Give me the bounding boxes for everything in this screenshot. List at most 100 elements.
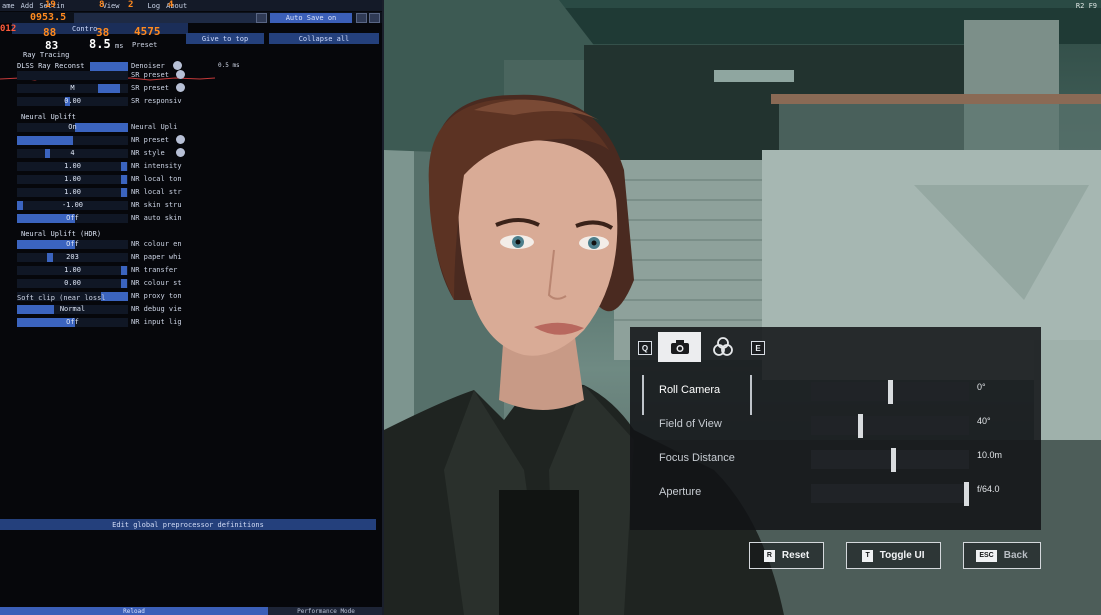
setting-value: 0.00 <box>64 97 81 105</box>
setting-name: Roll Camera <box>659 384 721 396</box>
tab-camera[interactable] <box>658 332 701 362</box>
help-icon[interactable] <box>176 83 185 92</box>
setting-value: 10.0m <box>977 450 1003 460</box>
setting-label: NR paper whi <box>131 253 182 261</box>
field-of-view-row[interactable]: Field of View 40° <box>642 409 1032 441</box>
setting-row[interactable]: M SR preset <box>0 83 382 94</box>
setting-value: 1.00 <box>64 266 81 274</box>
key-hint: T <box>862 549 873 562</box>
section-ray-tracing[interactable]: Ray Tracing <box>23 51 69 59</box>
setting-slider[interactable]: Off <box>17 240 128 249</box>
setting-slider[interactable]: 0.00 <box>17 279 128 288</box>
collapse-icon[interactable] <box>256 13 267 23</box>
setting-slider[interactable]: 1.00 <box>17 188 128 197</box>
setting-row[interactable]: Off NR input lig <box>0 317 382 328</box>
help-icon[interactable] <box>173 61 182 70</box>
section-neural-uplift[interactable]: Neural Uplift <box>21 113 76 121</box>
auto-save-button[interactable]: Auto Save on <box>270 13 352 23</box>
help-icon[interactable] <box>176 148 185 157</box>
setting-slider[interactable]: 4 <box>17 149 128 158</box>
tab-filters[interactable] <box>708 332 738 362</box>
menu-item-view[interactable]: View <box>103 2 120 10</box>
filter-icon <box>713 337 733 356</box>
setting-value: 1.00 <box>64 162 81 170</box>
setting-row[interactable]: 0.00 NR colour st <box>0 278 382 289</box>
focus-distance-row[interactable]: Focus Distance 10.0m <box>642 443 1032 475</box>
setting-slider[interactable]: 1.00 <box>17 175 128 184</box>
setting-label: NR transfer <box>131 266 178 274</box>
key-hint: ESC <box>976 549 997 562</box>
setting-slider[interactable]: Normal <box>17 305 128 314</box>
setting-slider[interactable]: Off <box>17 318 128 327</box>
setting-value: On <box>68 123 77 131</box>
setting-row[interactable]: 4 NR style <box>0 148 382 159</box>
section-neural-uplift-hdr[interactable]: Neural Uplift (HDR) <box>21 230 101 238</box>
reset-button[interactable]: R Reset <box>749 542 824 569</box>
setting-label: SR responsiv <box>131 97 182 105</box>
slider-knob[interactable] <box>887 380 893 404</box>
setting-row[interactable]: 0.00 SR responsiv <box>0 96 382 107</box>
perf-value: 0953.5 <box>30 12 67 23</box>
setting-row[interactable]: 1.00 NR transfer <box>0 265 382 276</box>
add-icon[interactable] <box>369 13 380 23</box>
denoiser-label: Denoiser <box>131 62 165 70</box>
setting-slider[interactable]: On <box>17 123 128 132</box>
toggle-ui-button[interactable]: T Toggle UI <box>846 542 941 569</box>
pin-icon[interactable] <box>356 13 367 23</box>
roll-camera-row[interactable]: Roll Camera 0° <box>642 375 1032 407</box>
button-label: Toggle UI <box>879 550 925 561</box>
focus-distance-slider[interactable] <box>811 448 969 472</box>
menu-bar: ame Add Settin View Log About <box>0 0 382 11</box>
setting-row[interactable]: SR preset <box>0 70 382 81</box>
setting-value: Normal <box>59 305 86 313</box>
tab-prev-key[interactable]: Q <box>638 341 652 355</box>
help-icon[interactable] <box>176 70 185 79</box>
help-icon[interactable] <box>176 135 185 144</box>
menu-item-game[interactable]: ame <box>2 2 15 10</box>
setting-value: Off <box>66 318 79 326</box>
slider-knob[interactable] <box>964 482 969 506</box>
setting-row[interactable]: Normal NR debug vie <box>0 304 382 315</box>
perf-value: 4575 <box>134 25 161 38</box>
slider-knob[interactable] <box>858 414 864 438</box>
give-to-top-button[interactable]: Give to top <box>186 33 264 44</box>
setting-slider[interactable] <box>17 136 128 145</box>
collapse-all-button[interactable]: Collapse all <box>269 33 379 44</box>
setting-slider[interactable]: 1.00 <box>17 266 128 275</box>
setting-row[interactable]: 1.00 NR local ton <box>0 174 382 185</box>
key-hint: R <box>763 549 775 562</box>
setting-slider[interactable]: 203 <box>17 253 128 262</box>
setting-slider[interactable]: M <box>17 84 128 93</box>
perf-unit: ms <box>115 42 124 50</box>
menu-item-log[interactable]: Log <box>147 2 160 10</box>
setting-slider[interactable]: Off <box>17 214 128 223</box>
setting-row[interactable]: On Neural Upli <box>0 122 382 133</box>
setting-slider[interactable]: 0.00 <box>17 97 128 106</box>
reload-button[interactable]: Reload <box>0 607 268 615</box>
tab-next-key[interactable]: E <box>751 341 765 355</box>
back-button[interactable]: ESC Back <box>963 542 1041 569</box>
setting-row[interactable]: NR preset <box>0 135 382 146</box>
setting-row[interactable]: Off NR auto skin <box>0 213 382 224</box>
roll-camera-slider[interactable] <box>811 380 969 404</box>
slider-knob[interactable] <box>890 448 896 472</box>
setting-label: NR debug vie <box>131 305 182 313</box>
menu-item-add[interactable]: Add <box>21 2 34 10</box>
setting-row[interactable]: Off NR colour en <box>0 239 382 250</box>
setting-row[interactable]: 1.00 NR local str <box>0 187 382 198</box>
setting-value: 1.00 <box>64 175 81 183</box>
setting-slider[interactable] <box>17 71 128 80</box>
aperture-slider[interactable] <box>811 482 969 506</box>
performance-mode-button[interactable]: Performance Mode <box>268 607 382 615</box>
field-of-view-slider[interactable] <box>811 414 969 438</box>
setting-row[interactable]: -1.00 NR skin stru <box>0 200 382 211</box>
perf-value: 4 <box>168 0 174 10</box>
setting-slider[interactable]: 1.00 <box>17 162 128 171</box>
setting-row[interactable]: 1.00 NR intensity <box>0 161 382 172</box>
edit-preprocessor-button[interactable]: Edit global preprocessor definitions <box>0 519 376 530</box>
window-title-bar[interactable] <box>74 13 256 23</box>
setting-row[interactable]: 203 NR paper whi <box>0 252 382 263</box>
aperture-row[interactable]: Aperture f/64.0 <box>642 477 1032 509</box>
setting-value: 203 <box>66 253 79 261</box>
setting-slider[interactable]: -1.00 <box>17 201 128 210</box>
